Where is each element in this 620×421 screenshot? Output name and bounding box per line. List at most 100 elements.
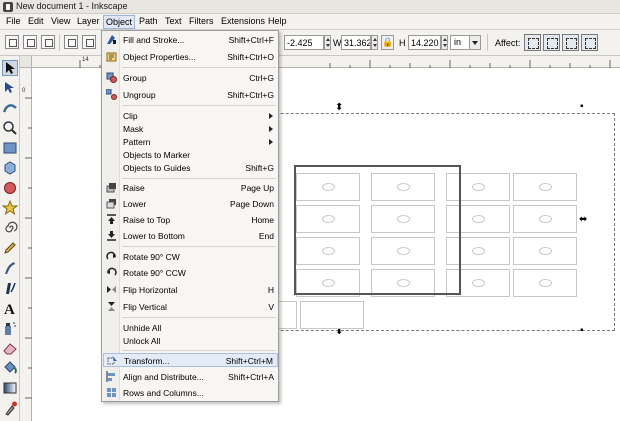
menu-item-label: Flip Vertical (123, 302, 167, 312)
menu-item-shortcut: Page Down (230, 199, 274, 209)
menu-bar: File Edit View Layer Object Path Text Fi… (0, 14, 620, 30)
vertical-ruler: 0 (20, 68, 32, 421)
menu-help[interactable]: Help (266, 16, 289, 27)
eraser-tool-icon[interactable] (2, 340, 18, 356)
select-all-icon[interactable] (5, 35, 19, 49)
lock-icon[interactable]: 🔒 (381, 35, 394, 50)
chevron-down-icon[interactable] (469, 35, 481, 50)
rotate-ccw-icon[interactable] (64, 35, 78, 49)
menu-item-clip[interactable]: Clip (103, 109, 278, 123)
tile-shape[interactable] (300, 301, 364, 329)
menu-item-label: Rows and Columns... (123, 388, 204, 398)
rotate-cw-icon (106, 251, 117, 262)
tool-controls-bar: W 🔒 H in Affect: (0, 30, 620, 56)
tile-shape[interactable] (513, 205, 577, 233)
height-spinner[interactable] (441, 35, 448, 50)
menu-item-transform[interactable]: Transform... Shift+Ctrl+M (103, 353, 278, 367)
group-icon (106, 72, 117, 83)
menu-item-objects-to-guides[interactable]: Objects to Guides Shift+G (103, 161, 278, 175)
tile-shape[interactable] (513, 269, 577, 297)
tile-shape[interactable] (513, 173, 577, 201)
tweak-tool-icon[interactable] (2, 100, 18, 116)
select-all-layers-icon[interactable] (23, 35, 37, 49)
unit-select[interactable]: in (450, 35, 470, 50)
text-tool-icon[interactable]: A (2, 300, 18, 318)
menu-item-unlock-all[interactable]: Unlock All (103, 334, 278, 348)
spiral-tool-icon[interactable] (2, 220, 18, 236)
x-spinner[interactable] (324, 35, 331, 50)
node-tool-icon[interactable] (2, 80, 18, 96)
move-gradients-icon[interactable] (562, 34, 579, 51)
menu-item-mask[interactable]: Mask (103, 122, 278, 136)
menu-view[interactable]: View (49, 16, 72, 27)
menu-item-ungroup[interactable]: Ungroup Shift+Ctrl+G (103, 88, 278, 102)
pencil-tool-icon[interactable] (2, 240, 18, 256)
menu-item-label: Fill and Stroke... (123, 35, 185, 45)
menu-extensions[interactable]: Extensions (219, 16, 267, 27)
width-spinner[interactable] (371, 35, 378, 50)
menu-item-flip-vertical[interactable]: Flip Vertical V (103, 300, 278, 314)
selected-rectangle[interactable] (294, 165, 461, 295)
menu-item-unhide-all[interactable]: Unhide All (103, 321, 278, 335)
rectangle-tool-icon[interactable] (2, 140, 18, 156)
menu-item-fill-and-stroke[interactable]: Fill and Stroke... Shift+Ctrl+F (103, 33, 278, 47)
menu-item-label: Objects to Guides (123, 163, 191, 173)
menu-item-rotate-cw[interactable]: Rotate 90° CW (103, 250, 278, 264)
menu-layer[interactable]: Layer (75, 16, 102, 27)
menu-item-flip-horizontal[interactable]: Flip Horizontal H (103, 283, 278, 297)
menu-filters[interactable]: Filters (187, 16, 216, 27)
menu-item-object-properties[interactable]: Object Properties... Shift+Ctrl+O (103, 50, 278, 64)
menu-path[interactable]: Path (137, 16, 160, 27)
x-field[interactable] (284, 35, 324, 50)
width-field[interactable] (341, 35, 371, 50)
menu-item-lower[interactable]: Lower Page Down (103, 197, 278, 211)
deselect-icon[interactable] (41, 35, 55, 49)
menu-separator (122, 246, 276, 247)
dropper-tool-icon[interactable] (2, 400, 18, 416)
scale-handle-bottom-right[interactable]: ▪ (580, 326, 584, 336)
calligraphy-tool-icon[interactable] (2, 280, 18, 296)
height-field[interactable] (408, 35, 441, 50)
menu-item-objects-to-marker[interactable]: Objects to Marker (103, 148, 278, 162)
scale-handle-right[interactable]: ⬌ (579, 215, 587, 225)
menu-item-raise-to-top[interactable]: Raise to Top Home (103, 213, 278, 227)
menu-object[interactable]: Object (103, 15, 136, 29)
scale-corners-icon[interactable] (543, 34, 560, 51)
gradient-tool-icon[interactable] (2, 380, 18, 396)
tile-shape[interactable] (513, 237, 577, 265)
menu-item-shortcut: Shift+Ctrl+G (227, 90, 274, 100)
menu-item-rotate-ccw[interactable]: Rotate 90° CCW (103, 266, 278, 280)
menu-edit[interactable]: Edit (26, 16, 46, 27)
lower-to-bottom-icon (106, 230, 117, 241)
3d-box-tool-icon[interactable] (2, 160, 18, 176)
menu-separator (122, 178, 276, 179)
scale-handle-top[interactable]: ⬍ (335, 103, 343, 113)
menu-item-label: Align and Distribute... (123, 372, 204, 382)
menu-item-lower-to-bottom[interactable]: Lower to Bottom End (103, 229, 278, 243)
scale-handle-top-right[interactable]: ▪ (580, 102, 584, 112)
menu-item-raise[interactable]: Raise Page Up (103, 181, 278, 195)
paint-bucket-tool-icon[interactable] (2, 360, 18, 376)
flip-vertical-icon (106, 301, 117, 312)
move-patterns-icon[interactable] (581, 34, 598, 51)
spray-tool-icon[interactable] (2, 320, 18, 336)
menu-item-shortcut: Ctrl+G (249, 73, 274, 83)
raise-to-top-icon (106, 214, 117, 225)
svg-text:A: A (4, 302, 15, 316)
menu-item-align-and-distribute[interactable]: Align and Distribute... Shift+Ctrl+A (103, 370, 278, 384)
zoom-tool-icon[interactable] (2, 120, 18, 136)
menu-item-rows-and-columns[interactable]: Rows and Columns... (103, 386, 278, 400)
star-tool-icon[interactable] (1, 199, 19, 216)
menu-item-label: Raise (123, 183, 145, 193)
selector-tool-icon[interactable] (2, 60, 18, 76)
ellipse-tool-icon[interactable] (2, 180, 18, 196)
fill-stroke-icon (106, 34, 117, 45)
menu-item-pattern[interactable]: Pattern (103, 135, 278, 149)
menu-item-group[interactable]: Group Ctrl+G (103, 71, 278, 85)
pen-tool-icon[interactable] (2, 260, 18, 276)
menu-file[interactable]: File (4, 16, 23, 27)
ruler-corner (20, 56, 32, 68)
menu-text[interactable]: Text (163, 16, 184, 27)
rotate-cw-icon[interactable] (82, 35, 96, 49)
scale-stroke-icon[interactable] (524, 34, 541, 51)
